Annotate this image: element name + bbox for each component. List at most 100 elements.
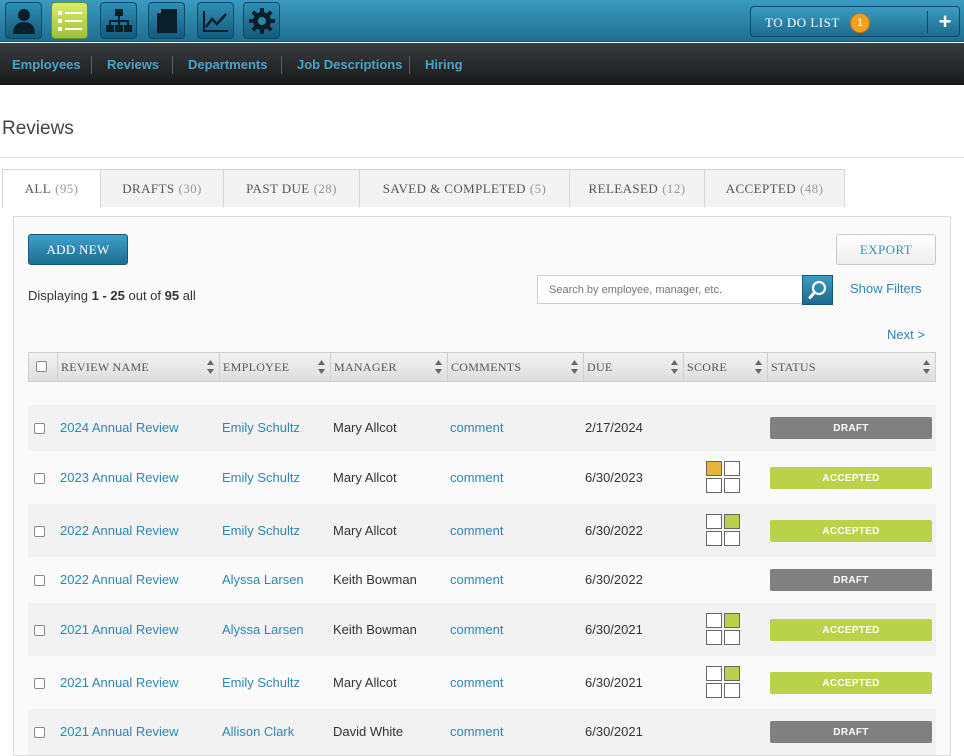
nav-divider [91, 56, 92, 74]
comment-link[interactable]: comment [450, 470, 503, 485]
tab-drafts[interactable]: DRAFTS (30) [100, 169, 224, 207]
row-checkbox[interactable] [34, 625, 45, 636]
tab-count: (48) [800, 180, 824, 196]
column-header-review-name[interactable]: REVIEW NAME [57, 353, 219, 381]
row-checkbox[interactable] [34, 727, 45, 738]
tab-count: (5) [529, 180, 547, 196]
sort-icon [923, 360, 930, 374]
tab-label: ALL [24, 181, 52, 196]
employee-link[interactable]: Emily Schultz [222, 675, 300, 690]
employee-link[interactable]: Emily Schultz [222, 470, 300, 485]
employee-link[interactable]: Alyssa Larsen [222, 572, 304, 587]
column-header-comments[interactable]: COMMENTS [447, 353, 583, 381]
title-divider [0, 157, 964, 158]
list-button[interactable] [51, 2, 88, 39]
score-cell [724, 531, 740, 546]
document-icon [156, 8, 177, 33]
review-name-link[interactable]: 2022 Annual Review [60, 572, 179, 587]
review-name-link[interactable]: 2021 Annual Review [60, 724, 179, 739]
sort-icon [671, 360, 678, 374]
status-badge: DRAFT [770, 721, 932, 743]
score-cell [724, 666, 740, 681]
score-cell [706, 461, 722, 476]
comment-link[interactable]: comment [450, 724, 503, 739]
tab-all[interactable]: ALL (95) [2, 169, 101, 208]
score-grid [706, 514, 742, 548]
analytics-button[interactable] [197, 2, 234, 39]
add-new-button[interactable]: ADD NEW [28, 234, 128, 265]
column-header-score[interactable]: SCORE [683, 353, 767, 381]
tab-label: DRAFTS [122, 180, 175, 196]
employee-link[interactable]: Alyssa Larsen [222, 622, 304, 637]
page-title: Reviews [2, 118, 74, 139]
review-name-link[interactable]: 2021 Annual Review [60, 675, 179, 690]
table-row: 2022 Annual Review Alyssa Larsen Keith Bow… [28, 557, 936, 603]
nav-departments[interactable]: Departments [188, 57, 267, 72]
manager-name: Keith Bowman [333, 622, 417, 637]
nav-reviews[interactable]: Reviews [107, 57, 159, 72]
tab-past-due[interactable]: PAST DUE (28) [223, 169, 360, 207]
profile-button[interactable] [5, 2, 42, 39]
todo-count-badge: 1 [850, 13, 870, 33]
select-all-checkbox[interactable] [36, 361, 47, 372]
results-prefix: Displaying [28, 288, 88, 303]
search-button[interactable] [802, 275, 833, 305]
next-page-link[interactable]: Next > [887, 327, 925, 342]
row-checkbox[interactable] [34, 473, 45, 484]
score-grid [706, 666, 742, 700]
row-checkbox[interactable] [34, 678, 45, 689]
search-input[interactable] [537, 275, 803, 304]
document-button[interactable] [148, 2, 185, 39]
settings-button[interactable] [243, 2, 280, 39]
show-filters-link[interactable]: Show Filters [850, 281, 922, 296]
comment-link[interactable]: comment [450, 523, 503, 538]
review-name-link[interactable]: 2024 Annual Review [60, 420, 179, 435]
nav-divider [409, 56, 410, 74]
table-row: 2023 Annual Review Emily Schultz Mary Allc… [28, 451, 936, 504]
org-chart-button[interactable] [100, 2, 137, 39]
tab-accepted[interactable]: ACCEPTED (48) [704, 169, 845, 207]
tab-released[interactable]: RELEASED (12) [569, 169, 705, 207]
status-badge: ACCEPTED [770, 467, 932, 489]
due-date: 6/30/2022 [585, 523, 643, 538]
search-icon [808, 280, 826, 299]
comment-link[interactable]: comment [450, 572, 503, 587]
nav-divider [172, 56, 173, 74]
score-cell [724, 613, 740, 628]
profile-icon [12, 8, 35, 34]
row-checkbox[interactable] [34, 423, 45, 434]
row-checkbox[interactable] [34, 526, 45, 537]
score-cell [724, 461, 740, 476]
table-row: 2021 Annual Review Emily Schultz Mary Allc… [28, 656, 936, 709]
column-header-employee[interactable]: EMPLOYEE [219, 353, 330, 381]
employee-link[interactable]: Emily Schultz [222, 420, 300, 435]
comment-link[interactable]: comment [450, 622, 503, 637]
nav-job-descriptions[interactable]: Job Descriptions [297, 57, 402, 72]
todo-list-button[interactable]: TO DO LIST 1 + [750, 6, 960, 37]
employee-link[interactable]: Emily Schultz [222, 523, 300, 538]
due-date: 6/30/2021 [585, 724, 643, 739]
tab-saved-completed[interactable]: SAVED & COMPLETED (5) [359, 169, 570, 207]
row-checkbox[interactable] [34, 575, 45, 586]
column-header-status[interactable]: STATUS [767, 353, 935, 381]
review-name-link[interactable]: 2021 Annual Review [60, 622, 179, 637]
review-name-link[interactable]: 2023 Annual Review [60, 470, 179, 485]
nav-divider [281, 56, 282, 74]
comment-link[interactable]: comment [450, 420, 503, 435]
tab-count: (30) [178, 180, 202, 196]
column-header-manager[interactable]: MANAGER [330, 353, 447, 381]
due-date: 2/17/2024 [585, 420, 643, 435]
nav-hiring[interactable]: Hiring [425, 57, 463, 72]
status-badge: ACCEPTED [770, 619, 932, 641]
column-label: MANAGER [334, 360, 397, 374]
results-total: 95 [164, 288, 180, 303]
employee-link[interactable]: Allison Clark [222, 724, 294, 739]
comment-link[interactable]: comment [450, 675, 503, 690]
column-header-due[interactable]: DUE [583, 353, 683, 381]
todo-divider [927, 11, 928, 33]
nav-employees[interactable]: Employees [12, 57, 81, 72]
plus-icon[interactable]: + [935, 11, 955, 33]
export-button[interactable]: EXPORT [836, 234, 936, 265]
review-name-link[interactable]: 2022 Annual Review [60, 523, 179, 538]
manager-name: David White [333, 724, 404, 739]
